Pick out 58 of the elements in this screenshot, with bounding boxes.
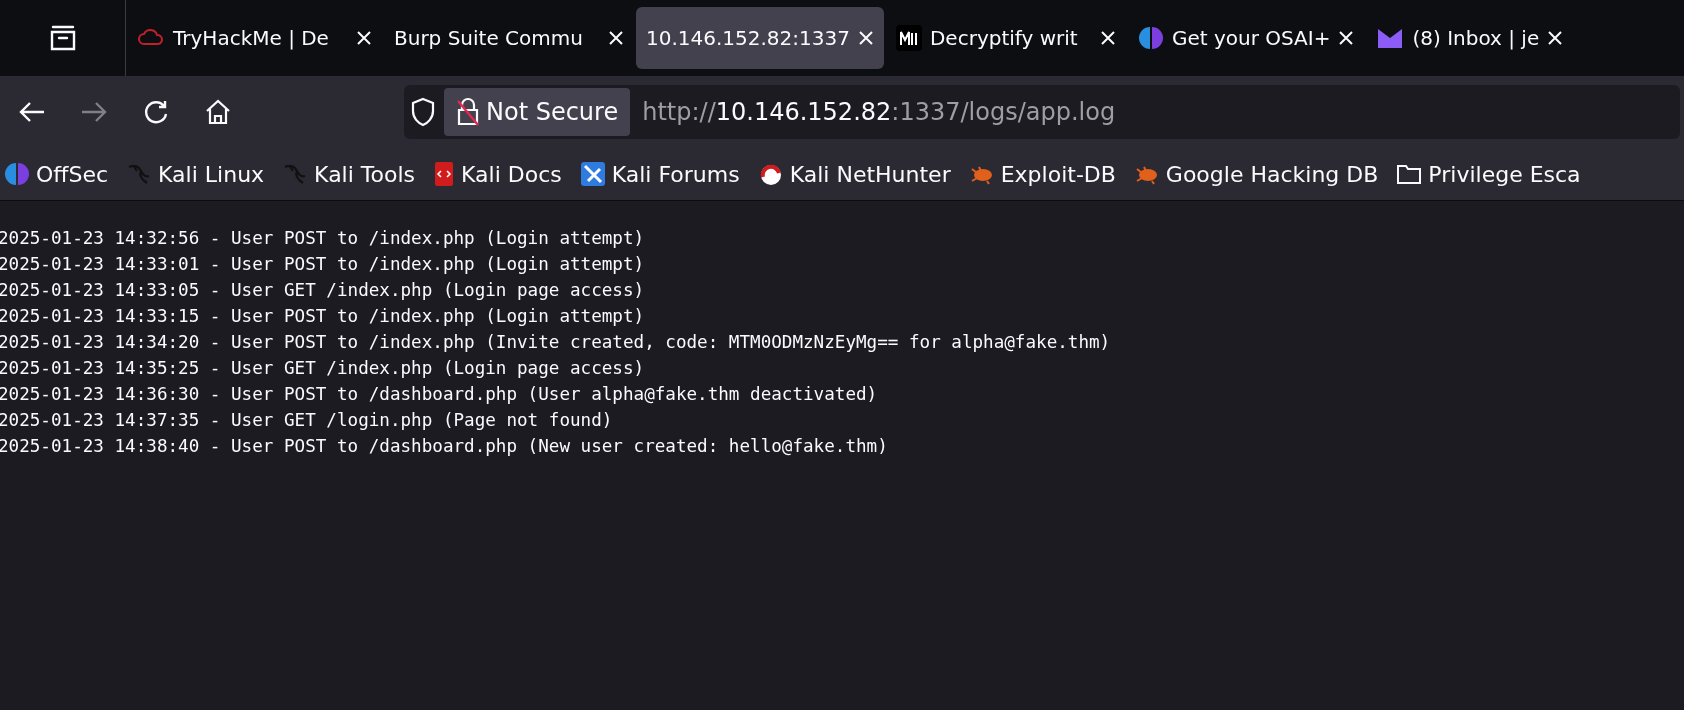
tab-title: Get your OSAI+ [1171, 26, 1331, 50]
tab-title: 10.146.152.82:1337 [646, 26, 850, 50]
address-bar[interactable]: Not Secure http://10.146.152.82:1337/logs/app.log [404, 85, 1680, 139]
browser-tab[interactable]: (8) Inbox | je [1366, 7, 1574, 69]
tab-title: Decryptify writ [929, 26, 1079, 50]
close-tab-button[interactable] [1099, 30, 1116, 46]
log-line: 2025-01-23 14:32:56 - User POST to /index.php (Login attempt) [0, 227, 646, 250]
forward-arrow-icon [80, 100, 108, 124]
bookmark-link[interactable]: Kali Tools [282, 161, 416, 187]
log-line: 2025-01-23 14:37:35 - User GET /login.php (Page not found) [0, 409, 614, 432]
browser-tab[interactable]: TryHackMe | De [127, 7, 382, 69]
book-icon [433, 161, 456, 187]
close-icon [1338, 30, 1355, 46]
bookmark-link[interactable]: Exploit-DB [968, 161, 1116, 187]
mail-icon [1376, 26, 1405, 50]
close-tab-button[interactable] [857, 30, 874, 46]
close-tab-button[interactable] [1547, 30, 1564, 46]
shield-icon [410, 97, 436, 127]
close-tab-button[interactable] [1338, 30, 1355, 46]
archive-icon [48, 25, 77, 51]
reload-icon [142, 98, 170, 126]
not-secure-button[interactable]: Not Secure [444, 88, 631, 136]
log-line: 2025-01-23 14:33:05 - User GET /index.php (Login page access) [0, 279, 646, 302]
tab-title: Burp Suite Commu [394, 26, 584, 50]
crossed-lock-icon [456, 97, 480, 127]
bookmark-link[interactable]: Kali Linux [126, 161, 265, 187]
close-icon [1099, 30, 1116, 46]
browser-tab[interactable]: Decryptify writ [885, 7, 1126, 69]
log-line: 2025-01-23 14:38:40 - User POST to /dashboard.php (New user created: hello@fake.thm) [0, 435, 889, 458]
bookmark-link[interactable]: Kali Forums [579, 161, 740, 187]
bookmark-link[interactable]: Privilege Esca [1396, 161, 1581, 187]
log-line: 2025-01-23 14:36:30 - User POST to /dashboard.php (User alpha@fake.thm deactivated) [0, 383, 879, 406]
bookmark-link[interactable]: Kali Docs [433, 161, 562, 187]
log-line: 2025-01-23 14:34:20 - User POST to /index.php (Invite created, code: MTM0ODMzNzEyMg== for alpha@fake.thm) [0, 331, 1112, 354]
url-field[interactable]: http://10.146.152.82:1337/logs/app.log [638, 98, 1116, 126]
log-line: 2025-01-23 14:33:01 - User POST to /index.php (Login attempt) [0, 253, 646, 276]
bookmark-link[interactable]: Kali NetHunter [757, 161, 951, 187]
bookmark-link[interactable]: OffSec [4, 161, 109, 187]
close-icon [1547, 30, 1564, 46]
split-logo-icon [4, 161, 30, 187]
forum-icon [579, 161, 606, 187]
close-tab-button[interactable] [608, 30, 624, 46]
log-line: 2025-01-23 14:33:15 - User POST to /index.php (Login attempt) [0, 305, 646, 328]
folder-icon [1396, 163, 1423, 185]
browser-tab[interactable]: Burp Suite Commu [384, 7, 634, 69]
browser-tab[interactable]: 10.146.152.82:1337 [636, 7, 884, 69]
bookmark-link[interactable]: Google Hacking DB [1133, 161, 1379, 187]
log-line: 2025-01-23 14:35:25 - User GET /index.php (Login page access) [0, 357, 646, 380]
home-icon [204, 98, 232, 126]
close-icon [356, 30, 372, 46]
split-logo-icon [1137, 25, 1164, 51]
back-arrow-icon [18, 100, 46, 124]
tab-title: TryHackMe | De [173, 26, 330, 50]
close-icon [857, 30, 874, 46]
close-tab-button[interactable] [356, 30, 372, 46]
close-icon [608, 30, 624, 46]
tab-title: (8) Inbox | je [1412, 26, 1540, 50]
browser-tab[interactable]: Get your OSAI+ [1127, 7, 1365, 69]
